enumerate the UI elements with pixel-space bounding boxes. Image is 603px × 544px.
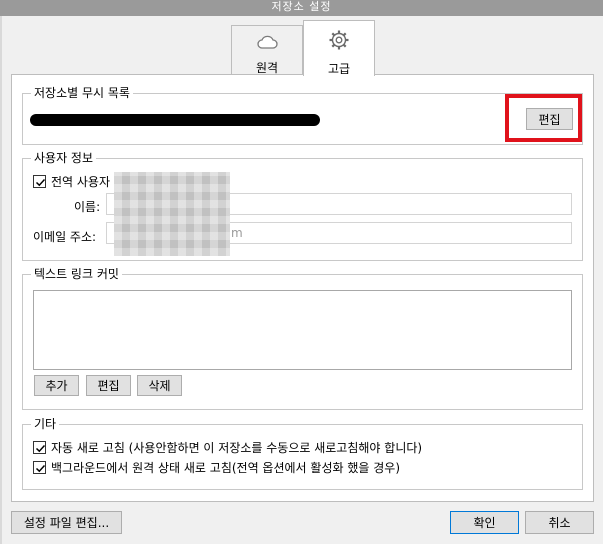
bg-refresh-label: 백그라운드에서 원격 상태 새로 고침(전역 옵션에서 활성화 했을 경우): [51, 461, 401, 475]
email-label: 이메일 주소:: [33, 230, 97, 244]
textlink-add-button[interactable]: 추가: [34, 375, 79, 396]
email-value: m: [231, 226, 243, 240]
textlink-legend: 텍스트 링크 커밋: [31, 267, 122, 281]
global-user-label: 전역 사용자: [51, 175, 111, 189]
pixelated-user-info: [114, 172, 230, 256]
auto-refresh-label: 자동 새로 고침 (사용안함하면 이 저장소를 수동으로 새로고침해야 합니다): [51, 441, 423, 455]
edit-config-button[interactable]: 설정 파일 편집...: [11, 511, 122, 534]
auto-refresh-checkbox[interactable]: [33, 441, 46, 454]
tab-advanced[interactable]: 고급: [303, 20, 375, 76]
window-edge: [0, 16, 2, 544]
cancel-button[interactable]: 취소: [525, 511, 594, 534]
textlink-list[interactable]: [33, 290, 572, 370]
textlink-delete-button[interactable]: 삭제: [137, 375, 182, 396]
bg-refresh-checkbox[interactable]: [33, 461, 46, 474]
textlink-edit-button[interactable]: 편집: [86, 375, 131, 396]
tab-remote[interactable]: 원격: [231, 25, 303, 75]
user-info-legend: 사용자 정보: [31, 151, 97, 165]
misc-legend: 기타: [31, 417, 60, 431]
window-title: 저장소 설정: [0, 0, 603, 16]
tab-advanced-label: 고급: [327, 62, 351, 76]
gear-icon: [304, 29, 374, 54]
name-label: 이름:: [74, 200, 101, 214]
cloud-icon: [232, 34, 302, 53]
ignore-list-legend: 저장소별 무시 목록: [31, 86, 133, 100]
misc-group: 기타: [22, 417, 583, 490]
ok-button[interactable]: 확인: [450, 511, 519, 534]
global-user-checkbox[interactable]: [33, 175, 46, 188]
highlight-box: [505, 94, 582, 142]
redacted-path: [30, 114, 320, 126]
